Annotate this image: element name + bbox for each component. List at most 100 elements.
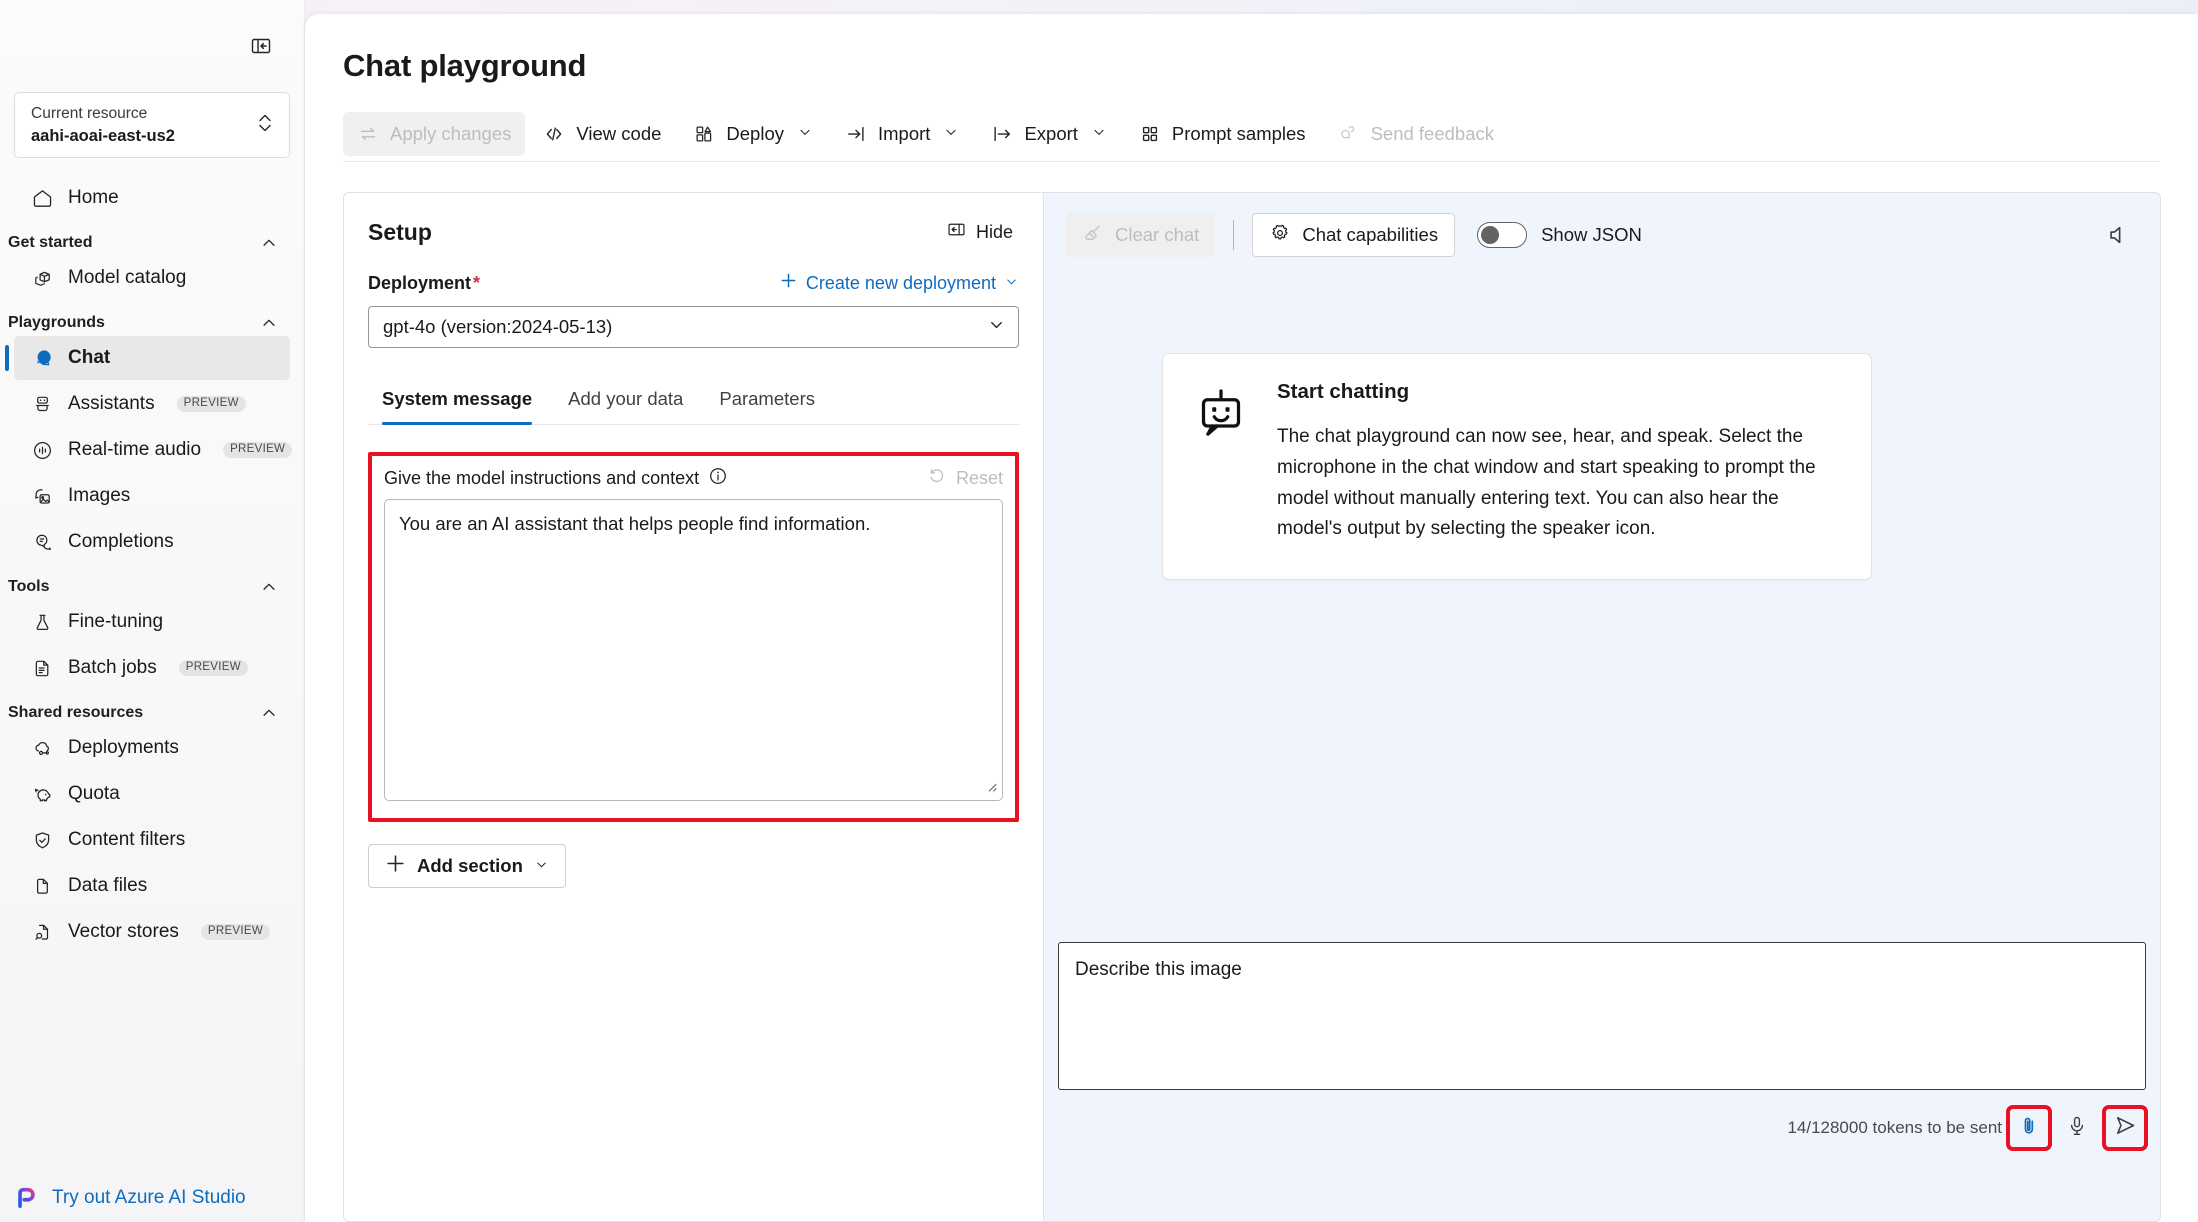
preview-badge: PREVIEW — [178, 659, 248, 677]
deployments-cloud-icon — [30, 736, 54, 760]
chat-composer: 14/128000 tokens to be sent — [1058, 942, 2148, 1151]
sidebar-item-batch-jobs[interactable]: Batch jobs PREVIEW — [14, 646, 290, 690]
try-azure-ai-studio-link[interactable]: Try out Azure AI Studio — [0, 1184, 304, 1212]
attach-file-button[interactable] — [2006, 1105, 2052, 1151]
microphone-button[interactable] — [2058, 1109, 2096, 1147]
sidebar-item-model-catalog[interactable]: Model catalog — [14, 256, 290, 300]
sidebar-item-label-content-filters: Content filters — [68, 829, 186, 850]
import-button[interactable]: Import — [831, 112, 973, 156]
chat-icon — [30, 346, 54, 370]
system-message-label: Give the model instructions and context — [384, 468, 700, 488]
sidebar-item-home[interactable]: Home — [14, 176, 290, 220]
sidebar-group-tools[interactable]: Tools — [8, 578, 278, 596]
sidebar-group-label-get-started: Get started — [8, 234, 93, 251]
sidebar-item-label-assistants: Assistants — [68, 393, 155, 414]
reset-system-message-button[interactable]: Reset — [927, 466, 1003, 491]
sidebar-item-label-chat: Chat — [68, 347, 111, 368]
export-arrow-icon — [991, 123, 1013, 145]
chevron-down-icon — [943, 123, 959, 145]
import-label: Import — [878, 122, 931, 144]
sidebar-group-get-started[interactable]: Get started — [8, 234, 278, 252]
send-message-button[interactable] — [2102, 1105, 2148, 1151]
tab-system-message[interactable]: System message — [368, 378, 546, 425]
send-feedback-label: Send feedback — [1370, 122, 1494, 144]
plus-icon — [779, 271, 798, 295]
show-json-toggle[interactable] — [1477, 222, 1528, 248]
deployment-label: Deployment * — [368, 273, 480, 294]
view-code-button[interactable]: View code — [529, 112, 675, 156]
tab-system-message-label: System message — [382, 388, 533, 409]
speaker-icon[interactable] — [2098, 215, 2138, 255]
create-new-deployment-label: Create new deployment — [805, 272, 996, 293]
sidebar-group-shared-resources[interactable]: Shared resources — [8, 704, 278, 722]
chevron-up-icon — [260, 314, 278, 332]
sidebar-item-images[interactable]: Images — [14, 474, 290, 518]
sidebar-item-chat[interactable]: Chat — [5, 336, 290, 380]
show-json-label: Show JSON — [1541, 224, 1642, 245]
sidebar-item-real-time-audio[interactable]: Real-time audio PREVIEW — [14, 428, 293, 472]
apply-changes-label: Apply changes — [390, 122, 512, 144]
import-arrow-icon — [845, 123, 867, 145]
sidebar-item-completions[interactable]: Completions — [14, 520, 290, 564]
chevron-up-icon — [260, 234, 278, 252]
create-new-deployment-button[interactable]: Create new deployment — [779, 271, 1019, 295]
chevron-up-icon — [260, 704, 278, 722]
panel-collapse-icon[interactable] — [244, 29, 278, 63]
sidebar-item-data-files[interactable]: Data files — [14, 864, 290, 908]
setup-tabs: System message Add your data Parameters — [368, 378, 1019, 425]
textarea-resize-handle[interactable] — [984, 779, 997, 797]
required-marker: * — [473, 272, 481, 293]
prompt-samples-button[interactable]: Prompt samples — [1125, 112, 1320, 156]
setup-panel: Setup Hide Deployment * Create new deplo… — [343, 192, 1043, 1222]
hide-setup-label: Hide — [975, 221, 1013, 242]
tab-parameters[interactable]: Parameters — [705, 378, 829, 424]
info-circle-icon[interactable] — [708, 466, 728, 491]
deploy-icon — [693, 123, 715, 145]
deploy-button[interactable]: Deploy — [679, 112, 827, 156]
sidebar-item-vector-stores[interactable]: Vector stores PREVIEW — [14, 910, 290, 954]
sidebar-group-playgrounds[interactable]: Playgrounds — [8, 314, 278, 332]
send-feedback-button[interactable]: Send feedback — [1324, 112, 1508, 156]
apply-changes-button[interactable]: Apply changes — [343, 111, 526, 156]
microphone-icon — [2065, 1114, 2089, 1143]
chevron-up-icon — [260, 578, 278, 596]
feedback-icon — [1338, 123, 1360, 145]
sidebar-item-quota[interactable]: Quota — [14, 772, 290, 816]
tab-add-your-data[interactable]: Add your data — [554, 378, 697, 424]
reset-undo-icon — [927, 466, 947, 491]
assistants-robot-icon — [30, 392, 54, 416]
hide-panel-icon — [946, 219, 967, 245]
add-section-button[interactable]: Add section — [368, 844, 566, 888]
code-brackets-icon — [543, 123, 565, 145]
sidebar-item-label-images: Images — [68, 485, 131, 506]
chat-session-panel: Clear chat Chat capabilities Show JSON S… — [1043, 192, 2161, 1222]
workspace: Setup Hide Deployment * Create new deplo… — [343, 192, 2161, 1222]
batch-jobs-icon — [30, 656, 54, 680]
try-azure-ai-studio-label: Try out Azure AI Studio — [52, 1187, 246, 1208]
grid-squares-icon — [1139, 123, 1161, 145]
clear-chat-label: Clear chat — [1115, 224, 1200, 245]
sidebar-item-label-real-time-audio: Real-time audio — [68, 439, 202, 460]
empty-state-card: Start chatting The chat playground can n… — [1162, 353, 1872, 581]
sidebar-item-label-data-files: Data files — [68, 875, 148, 896]
current-resource-selector[interactable]: Current resource aahi-aoai-east-us2 — [14, 92, 290, 158]
hide-setup-button[interactable]: Hide — [940, 215, 1019, 249]
current-resource-value: aahi-aoai-east-us2 — [31, 126, 175, 145]
deploy-label: Deploy — [726, 122, 784, 144]
sidebar-item-content-filters[interactable]: Content filters — [14, 818, 290, 862]
plus-icon — [385, 853, 406, 879]
sidebar-collapse-row — [0, 0, 304, 92]
chat-input[interactable] — [1058, 942, 2146, 1090]
system-message-textarea[interactable] — [384, 499, 1003, 801]
preview-badge: PREVIEW — [223, 441, 293, 459]
realtime-audio-icon — [30, 438, 54, 462]
clear-chat-button[interactable]: Clear chat — [1066, 213, 1216, 257]
sidebar-item-fine-tuning[interactable]: Fine-tuning — [14, 600, 290, 644]
chevron-down-icon — [534, 855, 549, 877]
chat-capabilities-button[interactable]: Chat capabilities — [1252, 213, 1456, 257]
sidebar-item-assistants[interactable]: Assistants PREVIEW — [14, 382, 290, 426]
deployment-select[interactable]: gpt-4o (version:2024-05-13) — [368, 306, 1019, 348]
prompt-samples-label: Prompt samples — [1171, 122, 1306, 144]
sidebar-item-deployments[interactable]: Deployments — [14, 726, 290, 770]
export-button[interactable]: Export — [977, 112, 1120, 156]
